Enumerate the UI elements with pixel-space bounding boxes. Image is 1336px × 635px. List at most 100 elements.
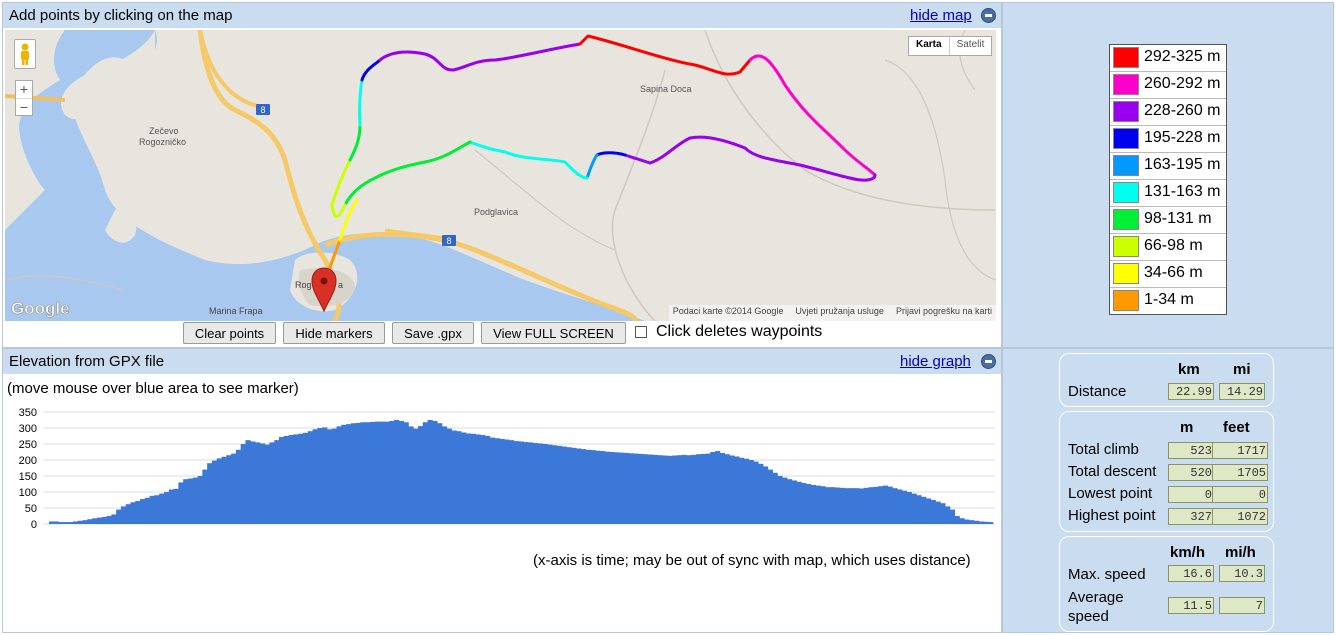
elevation-bar[interactable] [465,433,472,524]
elevation-bar[interactable] [178,482,184,524]
elevation-bar[interactable] [753,461,759,524]
elevation-bar[interactable] [370,421,376,524]
elevation-bar[interactable] [504,439,510,524]
elevation-bar[interactable] [844,488,850,524]
elevation-bar[interactable] [159,493,165,524]
elevation-bar[interactable] [906,492,912,524]
elevation-bar[interactable] [547,444,553,524]
view-full-screen-button[interactable]: View FULL SCREEN [481,322,626,344]
hide-markers-button[interactable]: Hide markers [283,322,385,344]
elevation-bar[interactable] [63,522,69,524]
elevation-bar[interactable] [561,446,567,524]
elevation-bar[interactable] [700,453,706,524]
elevation-bar[interactable] [264,444,270,524]
elevation-bar[interactable] [743,458,750,524]
save-gpx-button[interactable]: Save .gpx [392,322,474,344]
elevation-bar[interactable] [408,426,414,524]
elevation-bar[interactable] [604,451,611,524]
elevation-bar[interactable] [820,486,826,524]
elevation-bar[interactable] [341,424,347,524]
elevation-bar[interactable] [705,453,711,524]
elevation-bar[interactable] [868,487,874,524]
elevation-bar[interactable] [168,489,174,524]
elevation-bar[interactable] [197,476,203,524]
elevation-bar[interactable] [346,424,352,524]
elevation-bar[interactable] [638,453,644,524]
elevation-bar[interactable] [537,443,543,524]
elevation-bar[interactable] [988,522,994,524]
elevation-bar[interactable] [734,456,740,524]
elevation-bar[interactable] [585,449,591,524]
elevation-bar[interactable] [489,437,496,524]
elevation-bar[interactable] [671,455,678,524]
elevation-bar[interactable] [365,422,371,524]
elevation-bar[interactable] [240,444,246,524]
elevation-bar[interactable] [485,436,491,524]
elevation-bar[interactable] [825,487,831,524]
elevation-bar[interactable] [691,454,697,524]
elevation-bar[interactable] [877,486,884,524]
elevation-bar[interactable] [652,454,658,524]
elevation-bar[interactable] [647,454,654,524]
elevation-bar[interactable] [523,442,529,524]
elevation-bar[interactable] [528,442,534,524]
elevation-bar[interactable] [403,422,409,524]
elevation-bar[interactable] [149,495,155,524]
elevation-bar[interactable] [849,488,855,524]
elevation-bar[interactable] [82,520,88,524]
elevation-bar[interactable] [360,422,366,524]
elevation-bar[interactable] [518,441,524,524]
click-deletes-waypoints-checkbox[interactable] [635,326,647,338]
elevation-bar[interactable] [806,484,812,524]
elevation-bar[interactable] [235,449,242,524]
elevation-bar[interactable] [389,420,395,524]
elevation-bar[interactable] [580,449,587,524]
elevation-bar[interactable] [461,432,467,524]
elevation-bar[interactable] [302,432,309,524]
elevation-bar[interactable] [854,488,860,524]
collapse-graph-icon[interactable] [981,354,996,369]
elevation-chart[interactable]: 0 50 100 150 200 250 300 350 [5,402,998,532]
elevation-bar[interactable] [532,443,539,524]
elevation-bar[interactable] [590,450,596,524]
elevation-bar[interactable] [250,441,256,524]
elevation-bar[interactable] [441,426,448,524]
elevation-bar[interactable] [786,479,793,524]
elevation-bar[interactable] [106,516,112,524]
elevation-bar[interactable] [762,466,769,524]
elevation-bar[interactable] [451,430,457,524]
elevation-bar[interactable] [609,452,615,524]
elevation-bar[interactable] [394,420,400,524]
elevation-bar[interactable] [120,506,127,524]
elevation-bar[interactable] [413,428,419,524]
elevation-bar[interactable] [255,442,261,524]
elevation-bar[interactable] [269,442,275,524]
elevation-bar[interactable] [154,495,160,524]
elevation-bar[interactable] [231,453,237,524]
elevation-bar[interactable] [111,514,117,524]
elevation-bar[interactable] [772,472,778,524]
elevation-bar[interactable] [183,479,189,524]
elevation-bar[interactable] [221,456,227,524]
map-type-karta[interactable]: Karta [909,37,950,55]
elevation-bar[interactable] [739,457,745,524]
elevation-bar[interactable] [901,490,908,524]
elevation-bar[interactable] [940,503,946,524]
elevation-bar[interactable] [499,438,505,524]
elevation-bar[interactable] [374,421,381,524]
elevation-bar[interactable] [858,488,865,524]
elevation-bar[interactable] [897,489,903,524]
elevation-bar[interactable] [916,495,922,524]
elevation-bar[interactable] [695,454,702,524]
elevation-bar[interactable] [68,522,74,524]
elevation-bar[interactable] [935,501,941,524]
elevation-bar[interactable] [312,429,318,524]
elevation-bar[interactable] [681,454,687,524]
elevation-bar[interactable] [72,521,79,524]
clear-points-button[interactable]: Clear points [183,322,276,344]
elevation-bar[interactable] [173,488,179,524]
elevation-bar[interactable] [892,488,898,524]
elevation-bar[interactable] [437,423,443,524]
elevation-bar[interactable] [724,454,730,524]
map-canvas[interactable]: 8 8 Sapina Doca Zečevo Rogozničko Podgla… [5,30,996,321]
